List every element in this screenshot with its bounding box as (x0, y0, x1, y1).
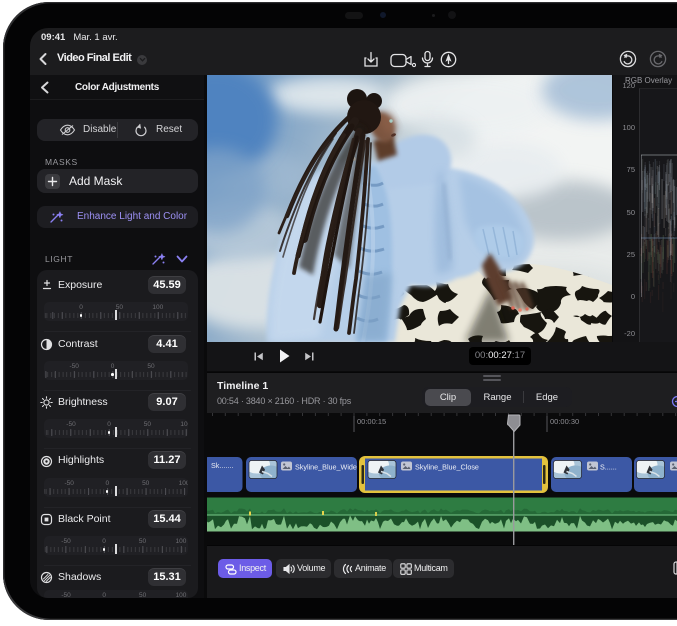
svg-text:Skyline_Blue_Close: Skyline_Blue_Close (415, 463, 479, 472)
svg-text:S......: S...... (600, 463, 617, 472)
svg-text:Skyline_Blue_Wide: Skyline_Blue_Wide (295, 463, 357, 472)
svg-text:00:00:30: 00:00:30 (550, 417, 579, 426)
svg-text:00:00:15: 00:00:15 (357, 417, 386, 426)
svg-text:Sk.......: Sk....... (211, 461, 233, 470)
